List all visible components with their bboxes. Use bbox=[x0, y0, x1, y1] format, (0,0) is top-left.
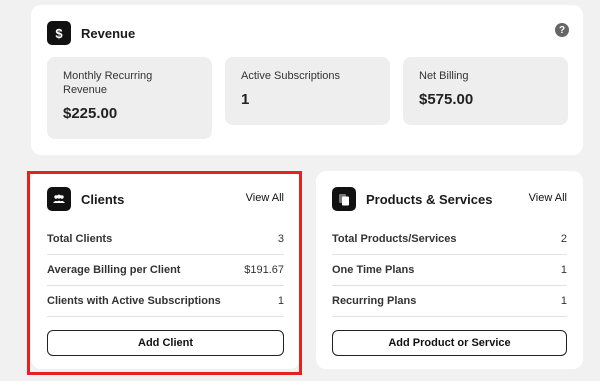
metric-label: Net Billing bbox=[419, 70, 469, 82]
svg-text:$: $ bbox=[55, 26, 63, 40]
clients-card: Clients View All Total Clients 3 Average… bbox=[31, 171, 300, 369]
clients-stats-list: Total Clients 3 Average Billing per Clie… bbox=[47, 224, 284, 317]
help-icon[interactable]: ? bbox=[555, 23, 569, 37]
add-client-button[interactable]: Add Client bbox=[47, 330, 284, 356]
products-row-total: Total Products/Services 2 bbox=[332, 224, 567, 255]
row-label: Average Billing per Client bbox=[47, 264, 181, 276]
dollar-icon: $ bbox=[47, 21, 71, 45]
products-title: Products & Services bbox=[366, 191, 493, 207]
products-header: Products & Services bbox=[332, 187, 492, 211]
metric-active-subscriptions: Active Subscriptions 1 bbox=[225, 57, 390, 125]
metric-mrr: Monthly Recurring Revenue $225.00 bbox=[47, 57, 212, 139]
products-card: Products & Services View All Total Produ… bbox=[316, 171, 583, 369]
clients-title: Clients bbox=[81, 191, 125, 207]
row-value: 1 bbox=[560, 264, 567, 276]
metric-value: 1 bbox=[241, 91, 250, 108]
clients-header: Clients bbox=[47, 187, 124, 211]
revenue-header: $ Revenue bbox=[47, 21, 135, 45]
row-value: 1 bbox=[560, 295, 567, 307]
row-label: One Time Plans bbox=[332, 264, 415, 276]
row-label: Total Products/Services bbox=[332, 233, 457, 245]
users-icon bbox=[47, 187, 71, 211]
metric-value: $225.00 bbox=[63, 105, 118, 122]
clients-row-total: Total Clients 3 bbox=[47, 224, 284, 255]
revenue-card: $ Revenue ? Monthly Recurring Revenue $2… bbox=[31, 5, 583, 155]
clients-row-average-billing: Average Billing per Client $191.67 bbox=[47, 255, 284, 286]
clients-row-active-subscriptions: Clients with Active Subscriptions 1 bbox=[47, 286, 284, 317]
clients-view-all-link[interactable]: View All bbox=[246, 192, 284, 204]
metric-label: Active Subscriptions bbox=[241, 70, 341, 82]
row-value: 3 bbox=[277, 233, 284, 245]
metric-label: Monthly Recurring Revenue bbox=[63, 70, 153, 96]
products-stats-list: Total Products/Services 2 One Time Plans… bbox=[332, 224, 567, 317]
row-value: $191.67 bbox=[244, 264, 284, 276]
add-product-button[interactable]: Add Product or Service bbox=[332, 330, 567, 356]
row-value: 1 bbox=[277, 295, 284, 307]
row-label: Recurring Plans bbox=[332, 295, 417, 307]
row-value: 2 bbox=[560, 233, 567, 245]
row-label: Clients with Active Subscriptions bbox=[47, 295, 221, 307]
products-row-recurring: Recurring Plans 1 bbox=[332, 286, 567, 317]
revenue-title: Revenue bbox=[81, 25, 136, 41]
copy-icon bbox=[332, 187, 356, 211]
metric-value: $575.00 bbox=[419, 91, 474, 108]
products-row-one-time: One Time Plans 1 bbox=[332, 255, 567, 286]
metric-net-billing: Net Billing $575.00 bbox=[403, 57, 568, 125]
products-view-all-link[interactable]: View All bbox=[529, 192, 567, 204]
row-label: Total Clients bbox=[47, 233, 113, 245]
